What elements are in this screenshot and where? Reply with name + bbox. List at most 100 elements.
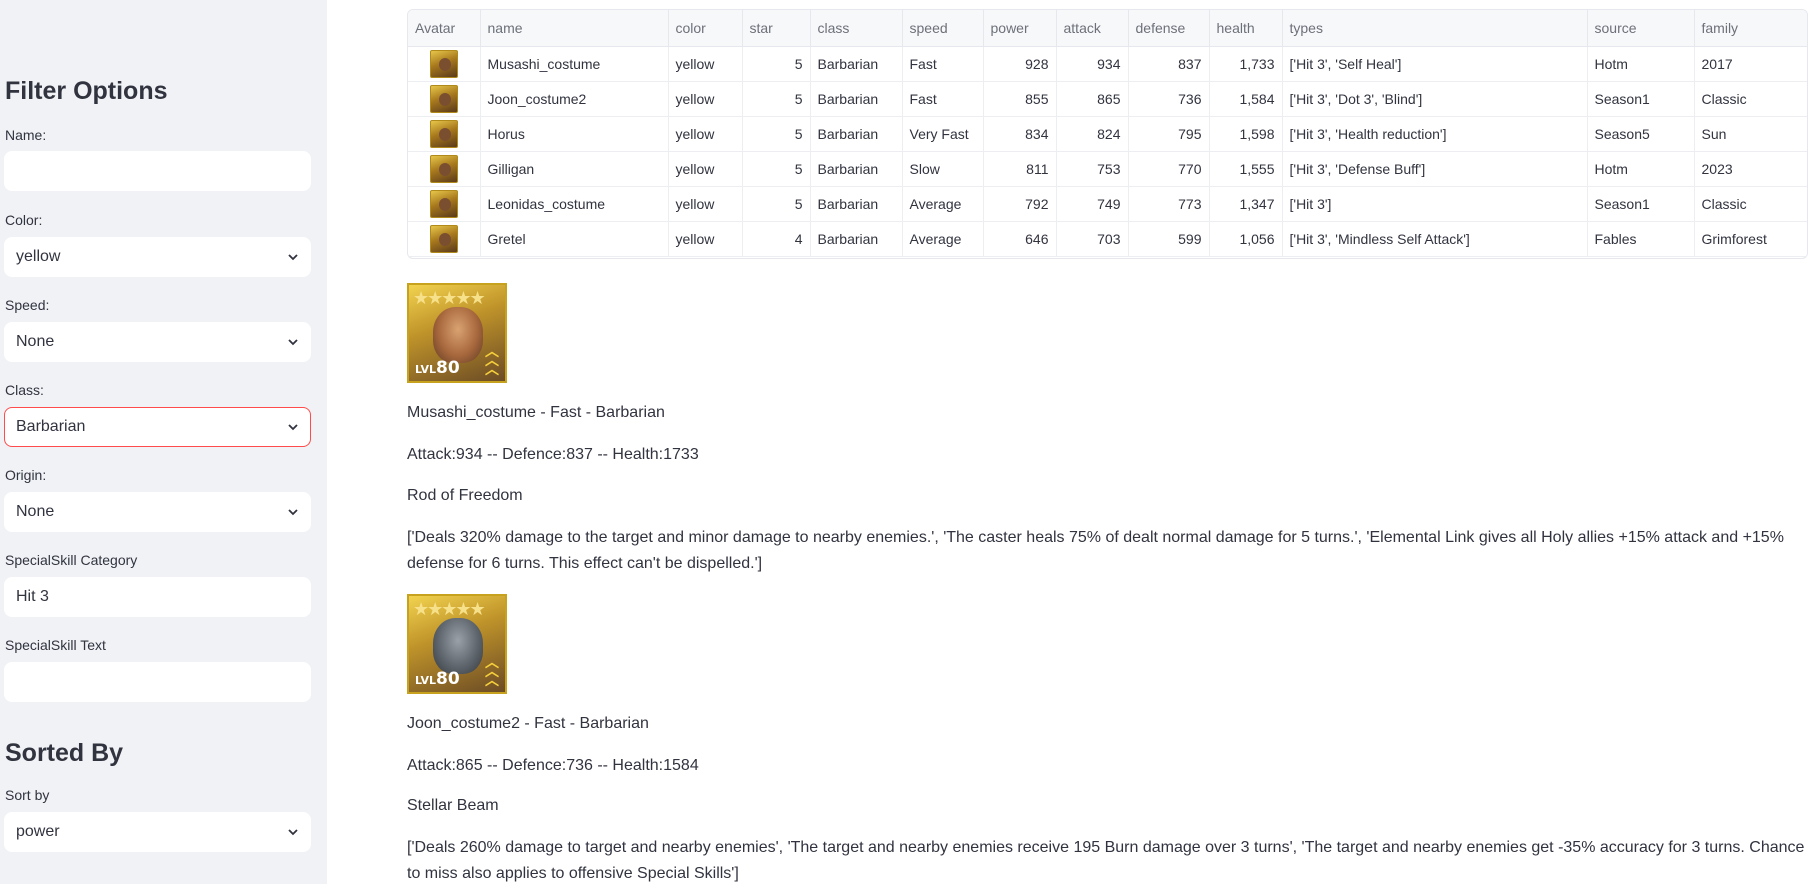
- speed-select[interactable]: None: [4, 322, 311, 362]
- avatar-cell[interactable]: [408, 81, 481, 117]
- cell-defense[interactable]: 770: [1128, 151, 1210, 187]
- cell-name[interactable]: Musashi_costume: [480, 46, 669, 82]
- cell-star[interactable]: 5: [742, 81, 811, 117]
- cell-types[interactable]: ['Hit 3']: [1282, 186, 1588, 222]
- column-header[interactable]: class: [810, 10, 903, 47]
- skill-category-input[interactable]: Hit 3: [4, 577, 311, 617]
- cell-color[interactable]: yellow: [668, 186, 743, 222]
- cell-star[interactable]: 5: [742, 151, 811, 187]
- cell-defense[interactable]: 599: [1128, 221, 1210, 257]
- column-header[interactable]: power: [983, 10, 1057, 47]
- cell-color[interactable]: yellow: [668, 151, 743, 187]
- skill-text-input[interactable]: [4, 662, 311, 702]
- cell-source[interactable]: Hotm: [1587, 46, 1695, 82]
- column-header[interactable]: star: [742, 10, 811, 47]
- cell-speed[interactable]: Average: [902, 221, 984, 257]
- class-select[interactable]: Barbarian: [4, 407, 311, 447]
- cell-name[interactable]: Gilligan: [480, 151, 669, 187]
- cell-speed[interactable]: Fast: [902, 81, 984, 117]
- cell-speed[interactable]: Very Fast: [902, 116, 984, 152]
- cell-star[interactable]: 5: [742, 46, 811, 82]
- cell-class[interactable]: Barbarian: [810, 186, 903, 222]
- cell-name[interactable]: Gretel: [480, 221, 669, 257]
- cell-types[interactable]: ['Hit 3', 'Health reduction']: [1282, 116, 1588, 152]
- cell-attack[interactable]: 824: [1056, 116, 1129, 152]
- column-header[interactable]: health: [1209, 10, 1283, 47]
- cell-source[interactable]: Hotm: [1587, 151, 1695, 187]
- cell-defense[interactable]: 773: [1128, 186, 1210, 222]
- table-row[interactable]: Leonidas_costume yellow 5 Barbarian Average 7…: [408, 186, 1807, 222]
- cell-source[interactable]: Season1: [1587, 186, 1695, 222]
- cell-color[interactable]: yellow: [668, 46, 743, 82]
- table-row[interactable]: Musashi_costume yellow 5 Barbarian Fast 928 93…: [408, 46, 1807, 82]
- cell-class[interactable]: Barbarian: [810, 221, 903, 257]
- cell-class[interactable]: Barbarian: [810, 116, 903, 152]
- cell-health[interactable]: 1,733: [1209, 46, 1283, 82]
- cell-defense[interactable]: 837: [1128, 46, 1210, 82]
- cell-class[interactable]: Barbarian: [810, 46, 903, 82]
- color-select[interactable]: yellow: [4, 237, 311, 277]
- avatar-cell[interactable]: [408, 186, 481, 222]
- cell-power[interactable]: 646: [983, 221, 1057, 257]
- cell-types[interactable]: ['Hit 3', 'Self Heal']: [1282, 46, 1588, 82]
- cell-speed[interactable]: Slow: [902, 151, 984, 187]
- cell-name[interactable]: Horus: [480, 116, 669, 152]
- cell-health[interactable]: 1,347: [1209, 186, 1283, 222]
- cell-star[interactable]: 5: [742, 186, 811, 222]
- cell-source[interactable]: Fables: [1587, 221, 1695, 257]
- cell-color[interactable]: yellow: [668, 81, 743, 117]
- cell-star[interactable]: 5: [742, 116, 811, 152]
- heroes-table[interactable]: Avatar name color star class speed power…: [407, 9, 1808, 259]
- cell-color[interactable]: yellow: [668, 116, 743, 152]
- cell-attack[interactable]: 703: [1056, 221, 1129, 257]
- column-header[interactable]: attack: [1056, 10, 1129, 47]
- cell-power[interactable]: 834: [983, 116, 1057, 152]
- table-row[interactable]: Gretel yellow 4 Barbarian Average 646 703 599 1,…: [408, 221, 1807, 257]
- cell-attack[interactable]: 749: [1056, 186, 1129, 222]
- column-header[interactable]: Avatar: [408, 10, 481, 47]
- cell-family[interactable]: Classic: [1694, 81, 1807, 117]
- name-input[interactable]: [4, 151, 311, 191]
- cell-color[interactable]: yellow: [668, 221, 743, 257]
- table-row[interactable]: Joon_costume2 yellow 5 Barbarian Fast 855 865 7…: [408, 81, 1807, 117]
- cell-types[interactable]: ['Hit 3', 'Dot 3', 'Blind']: [1282, 81, 1588, 117]
- table-row[interactable]: Horus yellow 5 Barbarian Very Fast 834 824 795 1…: [408, 116, 1807, 152]
- cell-class[interactable]: Barbarian: [810, 151, 903, 187]
- cell-name[interactable]: Leonidas_costume: [480, 186, 669, 222]
- cell-speed[interactable]: Average: [902, 186, 984, 222]
- column-header[interactable]: speed: [902, 10, 984, 47]
- cell-health[interactable]: 1,584: [1209, 81, 1283, 117]
- cell-health[interactable]: 1,555: [1209, 151, 1283, 187]
- cell-name[interactable]: Joon_costume2: [480, 81, 669, 117]
- cell-power[interactable]: 792: [983, 186, 1057, 222]
- cell-attack[interactable]: 753: [1056, 151, 1129, 187]
- cell-attack[interactable]: 934: [1056, 46, 1129, 82]
- cell-family[interactable]: Classic: [1694, 186, 1807, 222]
- avatar-cell[interactable]: [408, 151, 481, 187]
- cell-defense[interactable]: 795: [1128, 116, 1210, 152]
- cell-source[interactable]: Season5: [1587, 116, 1695, 152]
- column-header[interactable]: family: [1694, 10, 1807, 47]
- cell-star[interactable]: 4: [742, 221, 811, 257]
- avatar-cell[interactable]: [408, 46, 481, 82]
- cell-power[interactable]: 811: [983, 151, 1057, 187]
- cell-speed[interactable]: Fast: [902, 46, 984, 82]
- cell-power[interactable]: 855: [983, 81, 1057, 117]
- cell-power[interactable]: 928: [983, 46, 1057, 82]
- cell-attack[interactable]: 865: [1056, 81, 1129, 117]
- cell-health[interactable]: 1,598: [1209, 116, 1283, 152]
- column-header[interactable]: defense: [1128, 10, 1210, 47]
- cell-family[interactable]: 2023: [1694, 151, 1807, 187]
- cell-types[interactable]: ['Hit 3', 'Defense Buff']: [1282, 151, 1588, 187]
- cell-class[interactable]: Barbarian: [810, 81, 903, 117]
- cell-defense[interactable]: 736: [1128, 81, 1210, 117]
- cell-types[interactable]: ['Hit 3', 'Mindless Self Attack']: [1282, 221, 1588, 257]
- origin-select[interactable]: None: [4, 492, 311, 532]
- cell-health[interactable]: 1,056: [1209, 221, 1283, 257]
- column-header[interactable]: source: [1587, 10, 1695, 47]
- sort-by-select[interactable]: power: [4, 812, 311, 852]
- column-header[interactable]: types: [1282, 10, 1588, 47]
- avatar-cell[interactable]: [408, 116, 481, 152]
- column-header[interactable]: name: [480, 10, 669, 47]
- table-row[interactable]: Gilligan yellow 5 Barbarian Slow 811 753 770 1,5…: [408, 151, 1807, 187]
